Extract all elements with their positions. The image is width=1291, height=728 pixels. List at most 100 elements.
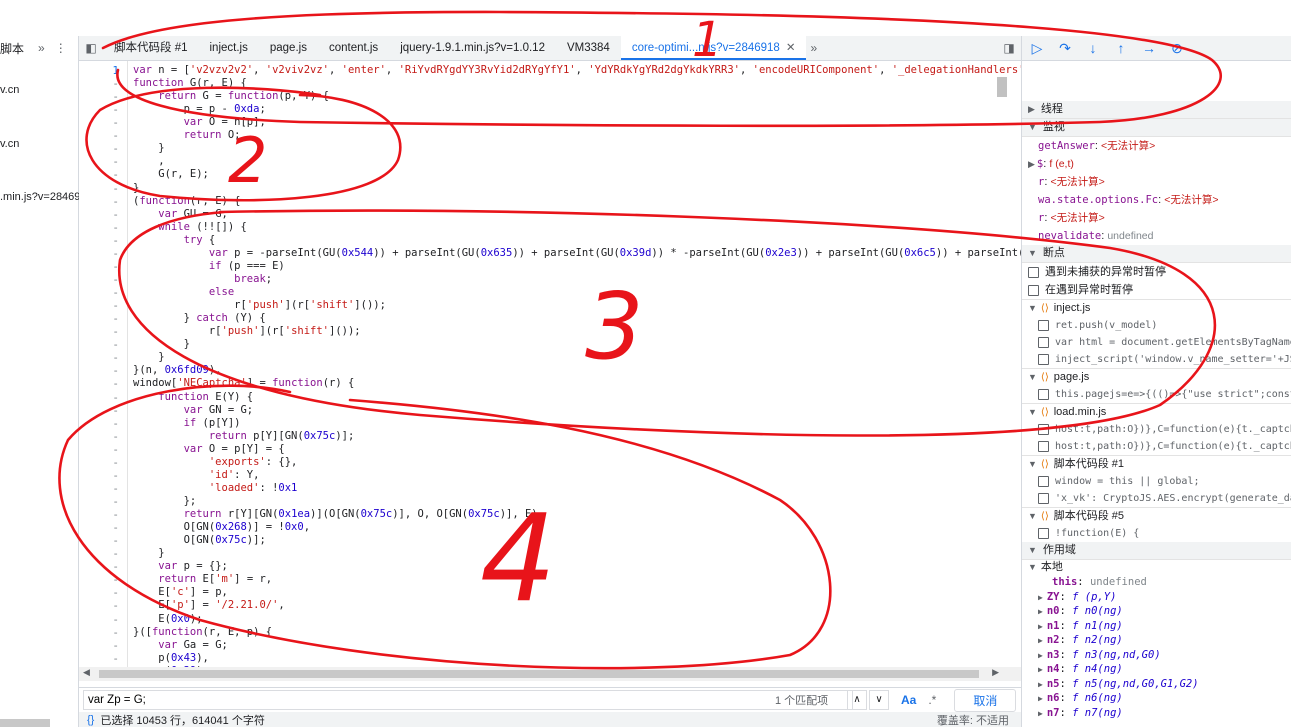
toggle-debugger-icon[interactable]: ◨ [997, 41, 1021, 55]
pause-uncaught-option[interactable]: 遇到未捕获的异常时暂停 [1022, 263, 1291, 281]
more-tabs-icon[interactable]: » [38, 41, 45, 55]
menu-icon[interactable]: ⋮ [55, 41, 67, 55]
scope-variable[interactable]: ▶ n7: f n7(ng) [1022, 706, 1291, 721]
code-line[interactable]: 'loaded': !0x1 [133, 482, 298, 494]
code-line[interactable]: return E['m'] = r, [133, 573, 272, 585]
line-number[interactable]: - [79, 443, 119, 456]
code-line[interactable]: var GU = G; [133, 208, 228, 220]
breakpoint-entry[interactable]: !function(E) { [1022, 525, 1291, 542]
match-case-button[interactable]: Aa [901, 693, 916, 707]
line-number[interactable]: - [79, 221, 119, 234]
line-number[interactable]: - [79, 456, 119, 469]
line-number[interactable]: - [79, 351, 119, 364]
code-line[interactable]: E['c'] = p, [133, 586, 228, 598]
watch-expression[interactable]: ▶ $: f (e,t) [1022, 155, 1291, 173]
code-line[interactable]: }([function(r, E, p) { [133, 626, 272, 638]
navigator-item[interactable]: v.cn [0, 84, 19, 96]
code-line[interactable]: if (p[Y]) [133, 417, 241, 429]
line-number[interactable]: - [79, 404, 119, 417]
code-editor[interactable]: 1---------------------------------------… [79, 61, 1021, 667]
line-number[interactable]: - [79, 599, 119, 612]
scroll-thumb[interactable] [99, 670, 979, 678]
code-line[interactable]: break; [133, 273, 272, 285]
line-number[interactable]: - [79, 639, 119, 652]
code-line[interactable]: var Ga = G; [133, 639, 228, 651]
scope-variable[interactable]: ▶ n5: f n5(ng,nd,G0,G1,G2) [1022, 677, 1291, 692]
line-number[interactable]: - [79, 273, 119, 286]
code-line[interactable]: var p = -parseInt(GU(0x544)) + parseInt(… [133, 247, 1021, 259]
navigator-item[interactable]: .min.js?v=28469 [0, 191, 80, 203]
search-input[interactable] [83, 690, 853, 710]
line-number[interactable]: - [79, 573, 119, 586]
code-line[interactable]: var n = ['v2vzv2v2', 'v2viv2vz', 'enter'… [133, 64, 1021, 76]
checkbox[interactable] [1028, 266, 1039, 278]
tab-inject-js[interactable]: inject.js [199, 36, 259, 60]
line-number[interactable]: - [79, 430, 119, 443]
code-line[interactable]: var GN = G; [133, 404, 254, 416]
line-number[interactable]: - [79, 325, 119, 338]
checkbox[interactable] [1038, 388, 1049, 400]
line-gutter[interactable]: 1---------------------------------------… [79, 61, 128, 667]
code-line[interactable]: r['push'](r['shift']()); [133, 299, 386, 311]
code-line[interactable]: E['p'] = '/2.21.0/', [133, 599, 284, 611]
navigator-item[interactable]: v.cn [0, 138, 19, 150]
line-number[interactable]: - [79, 182, 119, 195]
code-line[interactable]: } [133, 547, 164, 559]
watch-expression[interactable]: wa.state.options.Fc: <无法计算> [1022, 191, 1291, 209]
scope-variable[interactable]: ▶ ZY: f (p,Y) [1022, 590, 1291, 605]
code-line[interactable]: } catch (Y) { [133, 312, 266, 324]
navigator-scrollbar[interactable] [0, 719, 50, 727]
line-number[interactable]: - [79, 469, 119, 482]
line-number[interactable]: - [79, 377, 119, 390]
code-line[interactable]: } [133, 182, 139, 194]
step-out-icon[interactable]: ↑ [1114, 40, 1128, 56]
breakpoints-section-header[interactable]: ▼ 断点 [1022, 245, 1291, 263]
line-number[interactable]: - [79, 142, 119, 155]
editor-vertical-scrollbar[interactable] [997, 77, 1007, 97]
code-line[interactable]: O[GN(0x268)] = !0x0, [133, 521, 310, 533]
code-line[interactable]: E(0x0); [133, 613, 202, 625]
line-number[interactable]: - [79, 652, 119, 665]
checkbox[interactable] [1038, 440, 1049, 452]
breakpoint-file[interactable]: ▼ ⟨⟩ load.min.js [1022, 403, 1291, 421]
editor-horizontal-scrollbar[interactable]: ◀ ▶ [79, 667, 1021, 681]
code-line[interactable]: } [133, 142, 164, 154]
breakpoint-entry[interactable]: inject_script('window.v_name_setter='+JS [1022, 351, 1291, 368]
scope-variable[interactable]: ▶ n2: f n2(ng) [1022, 633, 1291, 648]
step-icon[interactable]: → [1142, 40, 1156, 56]
scroll-left-icon[interactable]: ◀ [83, 667, 90, 678]
code-line[interactable]: 'id': Y, [133, 469, 260, 481]
code-line[interactable]: O[GN(0x75c)]; [133, 534, 266, 546]
line-number[interactable]: - [79, 103, 119, 116]
tab-jquery[interactable]: jquery-1.9.1.min.js?v=1.0.12 [389, 36, 556, 60]
scope-section-header[interactable]: ▼ 作用域 [1022, 542, 1291, 560]
resume-icon[interactable]: ▷ [1030, 40, 1044, 57]
pause-caught-option[interactable]: 在遇到异常时暂停 [1022, 281, 1291, 299]
scope-variable[interactable]: this: undefined [1022, 575, 1291, 590]
line-number[interactable]: - [79, 312, 119, 325]
checkbox[interactable] [1038, 475, 1049, 487]
step-into-icon[interactable]: ↓ [1086, 40, 1100, 56]
breakpoint-entry[interactable]: window = this || global; [1022, 473, 1291, 490]
tab-vm3384[interactable]: VM3384 [556, 36, 621, 60]
breakpoint-entry[interactable]: var html = document.getElementsByTagName [1022, 334, 1291, 351]
code-line[interactable]: } [133, 351, 164, 363]
line-number[interactable]: - [79, 417, 119, 430]
breakpoint-file[interactable]: ▼ ⟨⟩ page.js [1022, 368, 1291, 386]
breakpoint-entry[interactable]: ret.push(v_model) [1022, 317, 1291, 334]
line-number[interactable]: - [79, 155, 119, 168]
tab-snippet-1[interactable]: 脚本代码段 #1 [103, 36, 199, 60]
breakpoint-entry[interactable]: 'x_vk': CryptoJS.AES.encrypt(generate_da [1022, 490, 1291, 507]
more-tabs-icon[interactable]: » [806, 41, 821, 55]
code-line[interactable]: return p[Y][GN(0x75c)]; [133, 430, 354, 442]
cancel-button[interactable]: 取消 [954, 688, 1017, 712]
regex-button[interactable]: .* [928, 693, 936, 707]
next-match-button[interactable]: ∨ [869, 690, 889, 710]
pretty-print-icon[interactable]: {} [87, 714, 94, 726]
line-number[interactable]: - [79, 613, 119, 626]
breakpoint-entry[interactable]: host:t,path:O})},C=function(e){t._captch [1022, 421, 1291, 438]
line-number[interactable]: - [79, 129, 119, 142]
code-line[interactable]: function G(r, E) { [133, 77, 247, 89]
code-line[interactable]: return r[Y][GN(0x1ea)](O[GN(0x75c)], O, … [133, 508, 544, 520]
line-number[interactable]: - [79, 482, 119, 495]
